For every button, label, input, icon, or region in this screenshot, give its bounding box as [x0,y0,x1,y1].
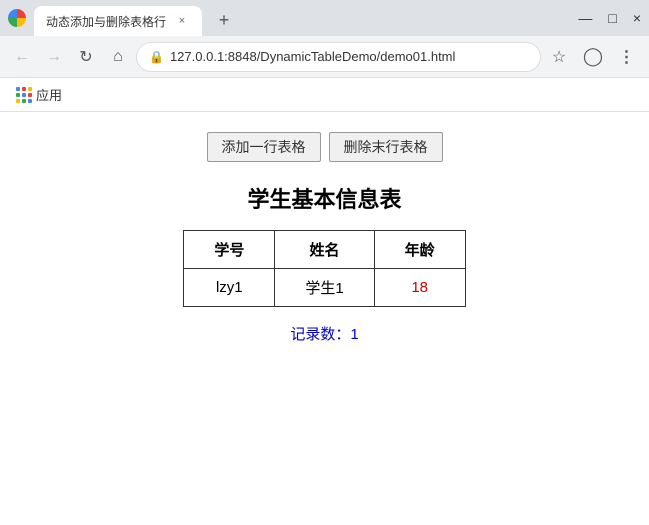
table-header-row: 学号 姓名 年龄 [184,231,465,269]
menu-button[interactable]: ⋮ [613,43,641,71]
add-row-button[interactable]: 添加一行表格 [207,132,321,162]
forward-icon: → [46,48,62,66]
minimize-button[interactable]: — [578,10,592,26]
record-count: 记录数：1 [290,323,358,344]
address-right-controls: ☆ ◯ ⋮ [545,43,641,71]
lock-icon: 🔒 [149,50,164,64]
maximize-button[interactable]: □ [608,10,616,26]
student-table: 学号 姓名 年龄 lzy1 学生1 18 [183,230,465,307]
tab-title: 动态添加与删除表格行 [46,13,166,30]
star-icon: ☆ [552,47,566,67]
record-label: 记录数： [290,326,350,343]
back-icon: ← [14,48,30,66]
refresh-icon: ↻ [79,47,92,67]
apps-label: 应用 [36,85,62,104]
refresh-button[interactable]: ↻ [72,43,100,71]
account-icon: ◯ [583,46,603,67]
window-controls: — □ × [578,10,641,26]
tab-close-button[interactable]: × [174,13,190,29]
record-number: 1 [350,326,358,343]
apps-grid-icon [16,87,32,103]
button-row: 添加一行表格 删除末行表格 [207,132,443,162]
menu-icon: ⋮ [619,47,636,67]
title-bar: 动态添加与删除表格行 × + — □ × [0,0,649,36]
url-text: 127.0.0.1:8848/DynamicTableDemo/demo01.h… [170,49,528,64]
new-tab-button[interactable]: + [210,6,238,34]
table-row: lzy1 学生1 18 [184,269,465,307]
apps-button[interactable]: 应用 [10,81,68,108]
home-icon: ⌂ [113,48,123,66]
col-header-id: 学号 [184,231,275,269]
page-content: 添加一行表格 删除末行表格 学生基本信息表 学号 姓名 年龄 lzy1 学生1 … [0,112,649,525]
cell-id: lzy1 [184,269,275,307]
bookmark-star-button[interactable]: ☆ [545,43,573,71]
browser-icon [8,9,26,27]
back-button[interactable]: ← [8,43,36,71]
cell-name: 学生1 [275,269,374,307]
col-header-name: 姓名 [275,231,374,269]
cell-age: 18 [374,269,465,307]
address-bar: ← → ↻ ⌂ 🔒 127.0.0.1:8848/DynamicTableDem… [0,36,649,78]
forward-button[interactable]: → [40,43,68,71]
home-button[interactable]: ⌂ [104,43,132,71]
bookmarks-bar: 应用 [0,78,649,112]
active-tab[interactable]: 动态添加与删除表格行 × [34,6,202,36]
col-header-age: 年龄 [374,231,465,269]
table-title: 学生基本信息表 [247,182,401,214]
url-bar[interactable]: 🔒 127.0.0.1:8848/DynamicTableDemo/demo01… [136,42,541,72]
delete-row-button[interactable]: 删除末行表格 [329,132,443,162]
window-close-button[interactable]: × [633,10,641,26]
account-button[interactable]: ◯ [579,43,607,71]
